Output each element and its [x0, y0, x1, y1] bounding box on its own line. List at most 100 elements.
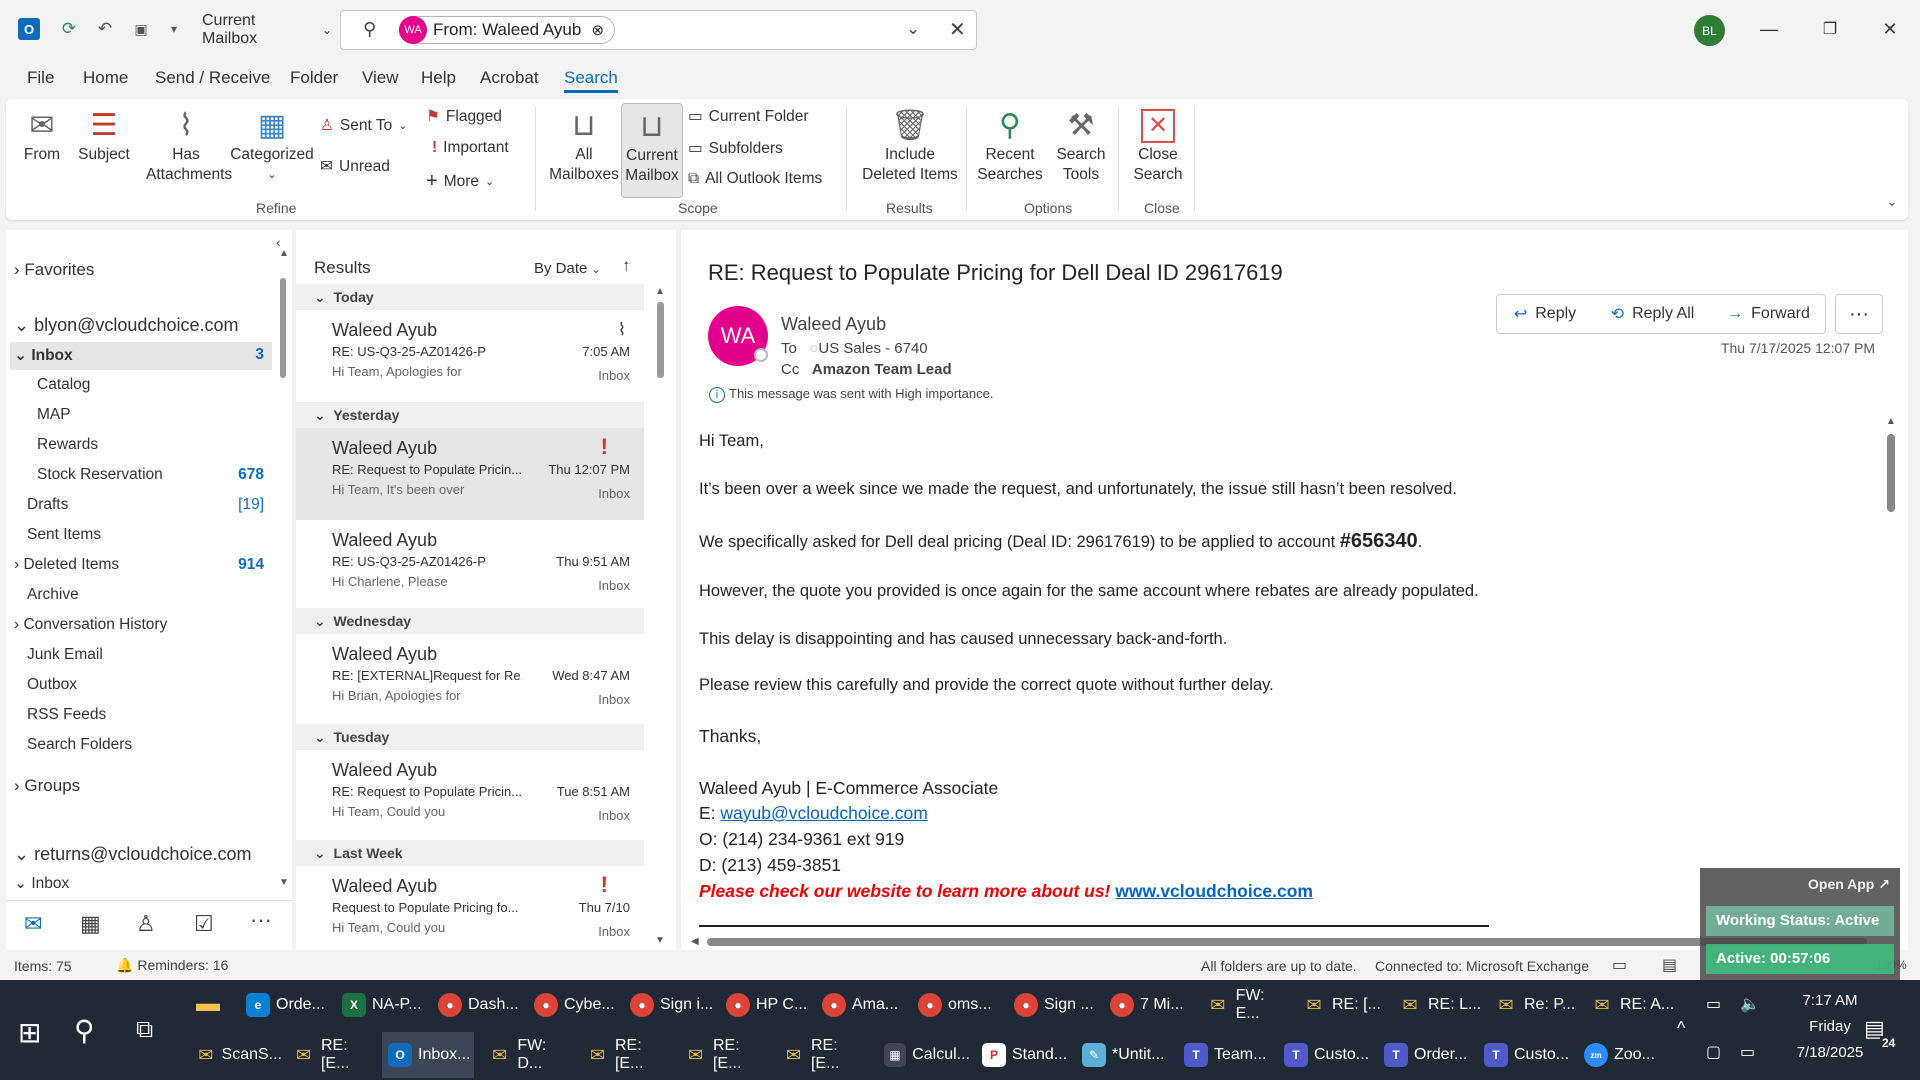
network-icon[interactable]: ▢ — [1706, 1042, 1721, 1062]
search-input[interactable]: ⚲ WA From: Waleed Ayub ⊗ ⌄ ✕ — [340, 10, 977, 50]
sort-direction-icon[interactable]: ↑ — [622, 256, 631, 276]
user-avatar[interactable]: BL — [1694, 15, 1725, 46]
search-options-chevron-icon[interactable]: ⌄ — [906, 19, 920, 39]
customize-toolbar-icon[interactable]: ▾ — [163, 18, 185, 40]
folder-sent-items[interactable]: Sent Items — [27, 526, 101, 544]
taskbar-app-mail[interactable]: ✉ RE: L... — [1392, 982, 1484, 1028]
mail-icon[interactable]: ✉ — [24, 911, 42, 937]
taskbar-app-notepad[interactable]: ✎ *Untit... — [1076, 1032, 1168, 1078]
search-scope-dropdown[interactable]: Current Mailbox ⌄ — [192, 12, 332, 47]
windows-start-icon[interactable]: ⊞ — [18, 1016, 41, 1049]
close-search-button[interactable]: ✕ Close Search — [1130, 107, 1186, 185]
sent-to-button[interactable]: ♙ Sent To ⌄ — [320, 116, 407, 135]
volume-icon[interactable]: 🔈 — [1740, 994, 1760, 1014]
taskbar-app-teams[interactable]: T Team... — [1178, 1032, 1270, 1078]
taskbar-app-chrome[interactable]: ● HP C... — [720, 982, 812, 1028]
group-header-wednesday[interactable]: ⌄ Wednesday — [296, 608, 644, 634]
reply-button[interactable]: ↩ Reply — [1496, 294, 1594, 334]
taskbar-app-excel[interactable]: X NA-P... — [336, 982, 428, 1028]
file-explorer-icon[interactable]: ▬ — [196, 990, 220, 1018]
taskbar-app-mail[interactable]: ✉ RE: A... — [1584, 982, 1676, 1028]
cc-recipient[interactable]: Amazon Team Lead — [812, 361, 952, 378]
taskbar-app-mail[interactable]: ✉ RE: [E... — [286, 1032, 378, 1078]
list-item[interactable]: Waleed Ayub RE: US-Q3-25-AZ01426-P Hi Te… — [296, 310, 644, 402]
all-outlook-items-button[interactable]: ⧉ All Outlook Items — [688, 170, 822, 188]
open-app-button[interactable]: Open App ↗ — [1808, 876, 1890, 893]
current-folder-button[interactable]: ▭ Current Folder — [688, 107, 809, 126]
folder-deleted-items[interactable]: › Deleted Items — [14, 556, 119, 574]
folder-inbox2[interactable]: ⌄ Inbox — [14, 874, 69, 893]
tasks-icon[interactable]: ☑ — [194, 911, 214, 937]
folder-catalog[interactable]: Catalog — [37, 376, 90, 394]
folder-outbox[interactable]: Outbox — [27, 676, 77, 694]
tab-acrobat[interactable]: Acrobat — [480, 68, 539, 88]
list-item-selected[interactable]: Waleed Ayub RE: Request to Populate Pric… — [296, 428, 644, 520]
taskbar-app-chrome[interactable]: ● 7 Mi... — [1104, 982, 1196, 1028]
normal-view-icon[interactable]: ▭ — [1612, 955, 1627, 975]
sender-name[interactable]: Waleed Ayub — [781, 314, 886, 335]
taskbar-app-edge[interactable]: e Orde... — [240, 982, 332, 1028]
taskbar-app-chrome[interactable]: ● Sign i... — [624, 982, 716, 1028]
taskbar-app-zoom[interactable]: zm Zoo... — [1578, 1032, 1658, 1078]
battery-icon[interactable]: ▭ — [1706, 994, 1721, 1014]
show-hidden-icons-chevron-icon[interactable]: ^ — [1677, 1018, 1685, 1039]
groups-header[interactable]: › Groups — [14, 776, 80, 796]
taskbar-app-mail[interactable]: ✉ RE: [E... — [580, 1032, 672, 1078]
group-header-tuesday[interactable]: ⌄ Tuesday — [296, 724, 644, 750]
taskbar-app-chrome[interactable]: ● Dash... — [432, 982, 524, 1028]
recent-searches-button[interactable]: ⚲ Recent Searches — [972, 107, 1048, 185]
include-deleted-items-button[interactable]: 🗑 Include Deleted Items — [858, 107, 962, 185]
tab-folder[interactable]: Folder — [290, 68, 338, 88]
categorized-button[interactable]: ▦ Categorized ⌄ — [224, 107, 320, 185]
group-header-last-week[interactable]: ⌄ Last Week — [296, 840, 644, 866]
reminders[interactable]: 🔔 Reminders: 16 — [116, 957, 228, 974]
taskbar-app-teams[interactable]: T Order... — [1378, 1032, 1470, 1078]
more-apps-icon[interactable]: ··· — [250, 907, 272, 933]
favorites-header[interactable]: › Favorites — [14, 260, 94, 280]
people-icon[interactable]: ♙ — [136, 911, 156, 937]
task-view-icon[interactable]: ⧉ — [136, 1016, 153, 1044]
close-window-icon[interactable]: ✕ — [1875, 14, 1905, 44]
flagged-button[interactable]: ⚑ Flagged — [426, 107, 502, 126]
reading-view-icon[interactable]: ▤ — [1662, 955, 1677, 975]
from-button[interactable]: ✉ From — [20, 107, 64, 165]
search-icon[interactable]: ⚲ — [74, 1014, 95, 1047]
account-header[interactable]: ⌄ blyon@vcloudchoice.com — [14, 315, 238, 336]
folder-scrollbar[interactable]: ▲ ▼ — [278, 248, 289, 888]
folder-rewards[interactable]: Rewards — [37, 436, 98, 454]
folder-stock-reservation[interactable]: Stock Reservation — [37, 466, 163, 484]
search-tools-button[interactable]: ⚒ Search Tools — [1052, 107, 1110, 185]
subfolders-button[interactable]: ▭ Subfolders — [688, 139, 783, 158]
reply-all-button[interactable]: ⟲ Reply All — [1593, 294, 1713, 334]
chip-remove-icon[interactable]: ⊗ — [591, 21, 604, 39]
taskbar-app-mail[interactable]: ✉ RE: [... — [1296, 982, 1388, 1028]
unread-button[interactable]: ✉ Unread — [320, 157, 390, 176]
folder-drafts[interactable]: Drafts — [27, 496, 68, 514]
taskbar-app-mail[interactable]: ✉ RE: [E... — [678, 1032, 770, 1078]
to-recipient[interactable]: US Sales - 6740 — [818, 340, 927, 357]
signature-email-link[interactable]: wayub@vcloudchoice.com — [720, 803, 927, 823]
folder-map[interactable]: MAP — [37, 406, 71, 424]
tab-home[interactable]: Home — [83, 68, 128, 88]
tab-search[interactable]: Search — [564, 68, 618, 93]
taskbar-app-outlook[interactable]: O Inbox... — [382, 1032, 474, 1078]
group-header-yesterday[interactable]: ⌄ Yesterday — [296, 402, 644, 428]
folder-rss-feeds[interactable]: RSS Feeds — [27, 706, 106, 724]
restore-icon[interactable]: ❐ — [1815, 14, 1845, 44]
search-filter-chip[interactable]: WA From: Waleed Ayub ⊗ — [399, 16, 615, 44]
list-item[interactable]: Waleed Ayub RE: US-Q3-25-AZ01426-P Hi Ch… — [296, 520, 644, 612]
sync-icon[interactable]: ⟳ — [58, 18, 80, 40]
tab-view[interactable]: View — [362, 68, 399, 88]
reading-pane-scrollbar[interactable]: ▲ — [1885, 416, 1897, 936]
tab-help[interactable]: Help — [421, 68, 456, 88]
taskbar-app-chrome[interactable]: ● oms... — [912, 982, 1004, 1028]
list-item[interactable]: Waleed Ayub RE: [EXTERNAL]Request for Re… — [296, 634, 644, 726]
taskbar-app-chrome[interactable]: ● Sign ... — [1008, 982, 1100, 1028]
taskbar-app-pdf[interactable]: P Stand... — [976, 1032, 1068, 1078]
taskbar-app-mail[interactable]: ✉ ScanS... — [190, 1032, 282, 1078]
all-mailboxes-button[interactable]: ⊔ All Mailboxes — [546, 107, 622, 185]
subject-button[interactable]: ☰ Subject — [76, 107, 132, 165]
minimize-icon[interactable]: — — [1754, 14, 1784, 44]
group-header-today[interactable]: ⌄ Today — [296, 284, 644, 310]
taskbar-app-mail[interactable]: ✉ Re: P... — [1488, 982, 1580, 1028]
